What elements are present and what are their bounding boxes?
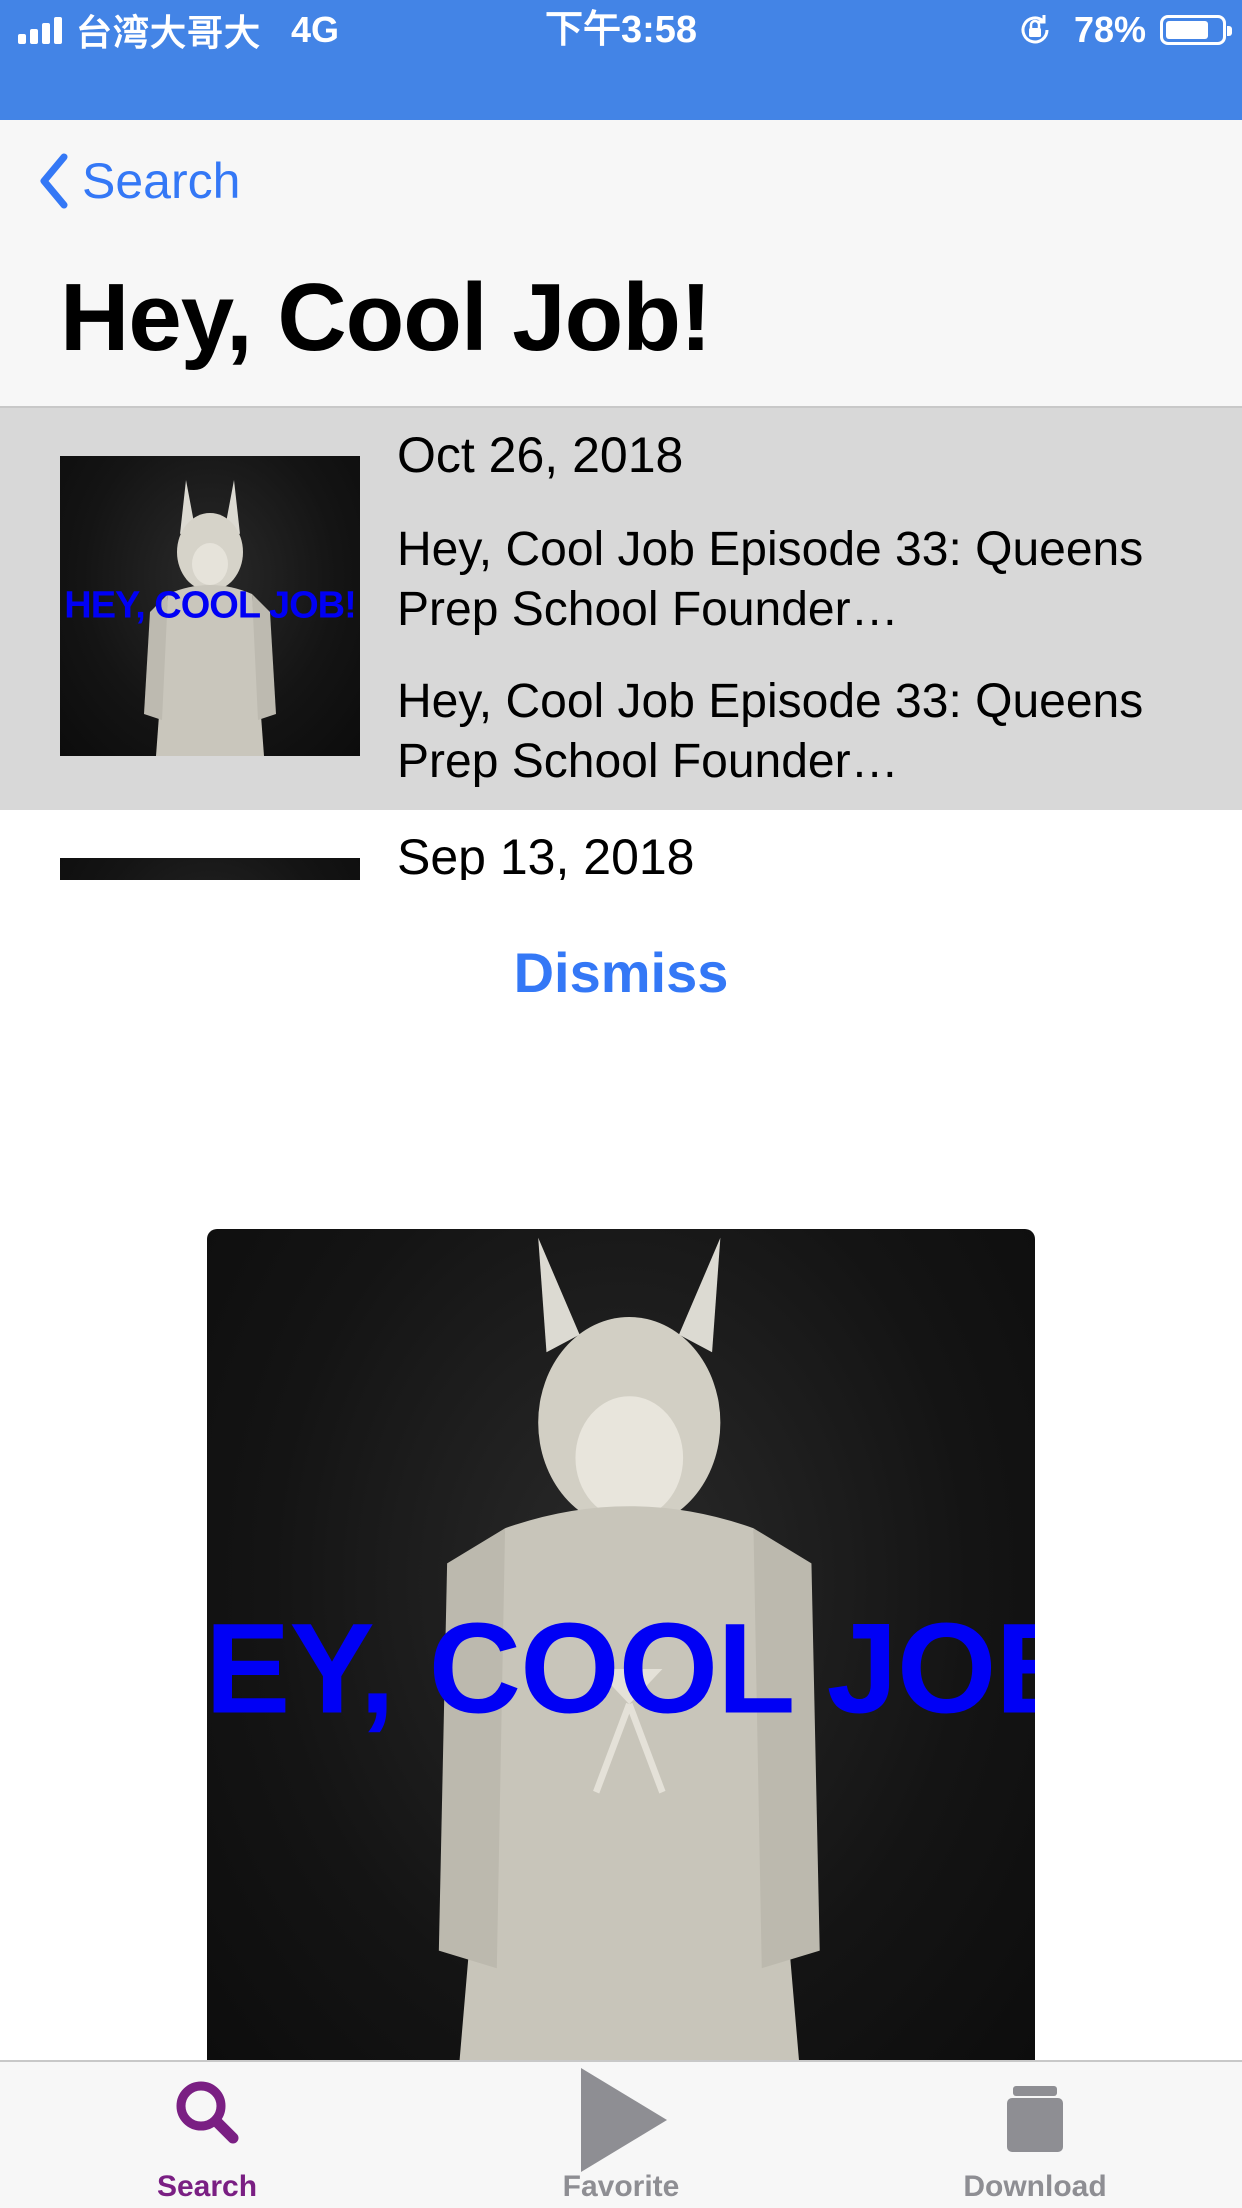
dismiss-button[interactable]: Dismiss — [0, 940, 1242, 1005]
podcast-artwork: HEY, COOL JOB! — [207, 1229, 1035, 2109]
cover-text: HEY, COOL JOB! — [207, 1597, 1035, 1741]
chevron-left-icon — [40, 153, 68, 209]
episode-date: Sep 13, 2018 — [397, 829, 695, 880]
tab-label: Search — [156, 2170, 258, 2203]
episode-title: Hey, Cool Job Episode 33: Queens Prep Sc… — [397, 523, 1144, 636]
tab-search[interactable]: Search — [0, 2062, 414, 2208]
nav-header: Search Hey, Cool Job! — [0, 120, 1242, 408]
cover-text: HEY, COOL JOB! — [64, 584, 356, 627]
search-icon — [176, 2081, 239, 2144]
tab-label: Download — [963, 2170, 1107, 2203]
page-title: Hey, Cool Job! — [60, 264, 712, 371]
rotation-lock-icon — [1018, 13, 1052, 47]
battery-percent: 78% — [1073, 9, 1146, 50]
battery-icon — [1160, 15, 1232, 45]
episode-date: Oct 26, 2018 — [397, 427, 684, 483]
tab-bar: Search Favorite Download — [0, 2060, 1242, 2208]
download-icon — [1007, 2086, 1063, 2152]
battery-fill — [1166, 21, 1209, 39]
status-bar: 台湾大哥大 4G 下午3:58 78% — [0, 0, 1242, 120]
episode-thumbnail — [60, 858, 360, 880]
episode-list: HEY, COOL JOB! Oct 26, 2018 Hey, Cool Jo… — [0, 408, 1242, 880]
back-button[interactable]: Search — [38, 152, 240, 210]
episode-row[interactable]: HEY, COOL JOB! Oct 26, 2018 Hey, Cool Jo… — [0, 408, 1242, 810]
episode-thumbnail: HEY, COOL JOB! — [60, 456, 360, 756]
back-button-label: Search — [82, 153, 241, 209]
episode-row[interactable]: Sep 13, 2018 — [0, 810, 1242, 880]
episode-description: Hey, Cool Job Episode 33: Queens Prep Sc… — [397, 675, 1144, 788]
status-right: 78% — [1018, 8, 1232, 52]
tab-favorite[interactable]: Favorite — [414, 2062, 828, 2208]
play-icon — [581, 2068, 667, 2172]
cover-art: HEY, COOL JOB! — [207, 1229, 1035, 2109]
cover-art: HEY, COOL JOB! — [60, 456, 360, 756]
figure-illustration — [60, 858, 360, 880]
tab-download[interactable]: Download — [828, 2062, 1242, 2208]
cover-art — [60, 858, 360, 880]
tab-label: Favorite — [562, 2170, 680, 2203]
